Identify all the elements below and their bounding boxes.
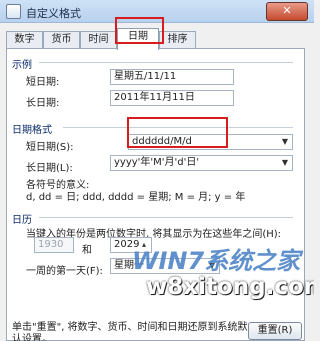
close-button[interactable]: ✕: [266, 2, 308, 21]
short-date-label: 短日期(S):: [26, 142, 74, 153]
short-date-highlight-box: [127, 117, 228, 148]
dialog-title: 自定义格式: [26, 7, 81, 20]
example-heading: 示例: [12, 60, 32, 71]
symbol-legend-text: d, dd = 日; ddd, dddd = 星期; M = 月; y = 年: [26, 192, 246, 203]
tab-number[interactable]: 数字: [6, 31, 43, 49]
example-long-value: 2011年11月11日: [110, 90, 234, 106]
example-divider: [39, 62, 293, 63]
dialog-app-icon: [6, 4, 21, 19]
start-year-field: 1930: [34, 237, 74, 253]
reset-note: 单击"重置", 将数字、货币、时间和日期还原到系统默认设置。: [12, 322, 248, 341]
example-long-label: 长日期:: [26, 98, 60, 109]
reset-button[interactable]: 重置(R): [248, 322, 302, 340]
chevron-down-icon[interactable]: ▼: [207, 260, 217, 272]
spinner-arrows-icon[interactable]: ▴: [139, 239, 149, 251]
tab-time[interactable]: 时间: [80, 31, 117, 49]
end-year-spinner[interactable]: 2029 ▴: [110, 237, 152, 253]
tab-highlight-box: [115, 17, 164, 44]
long-date-label: 长日期(L):: [26, 163, 73, 174]
calendar-divider: [39, 217, 293, 218]
tab-currency[interactable]: 货币: [43, 31, 80, 49]
chevron-down-icon[interactable]: ▼: [280, 136, 290, 148]
first-day-combo[interactable]: 星期一 ▼: [110, 258, 220, 274]
first-day-label: 一周的第一天(F):: [26, 266, 103, 277]
long-date-format-combo[interactable]: yyyy'年'M'月'd'日' ▼: [110, 155, 293, 171]
tab-sort[interactable]: 排序: [159, 31, 196, 49]
example-short-label: 短日期:: [26, 77, 60, 88]
chevron-down-icon[interactable]: ▼: [280, 157, 290, 169]
first-day-value: 星期一: [114, 260, 144, 271]
date-formats-heading: 日期格式: [12, 125, 52, 136]
calendar-heading: 日历: [12, 215, 32, 226]
and-label: 和: [82, 245, 92, 256]
long-date-format-value: yyyy'年'M'月'd'日': [114, 157, 200, 168]
end-year-value: 2029: [114, 239, 140, 250]
custom-format-dialog: 自定义格式 ✕ 数字 货币 时间 日期 排序 示例 短日期: 星期五/11/11…: [0, 0, 314, 341]
example-short-value: 星期五/11/11: [110, 69, 234, 85]
